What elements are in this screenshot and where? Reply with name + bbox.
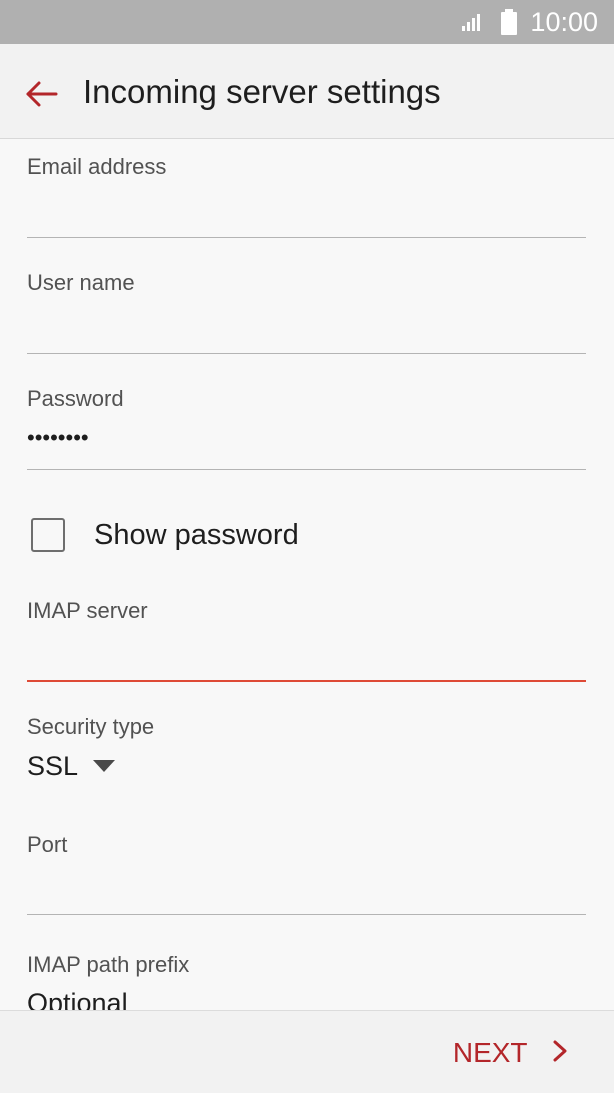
- settings-form: Email address User name Password •••••••…: [0, 139, 614, 1010]
- app-bar: Incoming server settings: [0, 44, 614, 139]
- email-field[interactable]: Email address: [27, 153, 586, 239]
- security-type-field: Security type SSL: [27, 713, 586, 803]
- username-label: User name: [27, 270, 135, 295]
- imap-server-underline: [27, 680, 586, 682]
- port-field[interactable]: Port: [27, 831, 586, 917]
- back-arrow-icon[interactable]: [22, 74, 62, 114]
- password-input[interactable]: ••••••••: [27, 425, 89, 451]
- password-label: Password: [27, 386, 124, 411]
- status-time: 10:00: [530, 7, 598, 37]
- bottom-bar: NEXT: [0, 1010, 614, 1093]
- show-password-label: Show password: [94, 519, 299, 551]
- password-underline: [27, 469, 586, 470]
- email-underline: [27, 237, 586, 238]
- chevron-right-icon: [552, 1039, 568, 1068]
- security-type-label: Security type: [27, 714, 155, 739]
- next-button[interactable]: NEXT: [453, 1035, 568, 1075]
- security-type-dropdown[interactable]: SSL: [27, 750, 115, 790]
- page-title: Incoming server settings: [83, 73, 441, 110]
- email-label: Email address: [27, 154, 167, 179]
- port-underline: [27, 914, 586, 915]
- next-label: NEXT: [452, 1037, 528, 1068]
- imap-path-prefix-field[interactable]: IMAP path prefix Optional: [27, 951, 586, 1010]
- imap-path-prefix-label: IMAP path prefix: [27, 952, 190, 977]
- battery-icon: [500, 9, 518, 40]
- show-password-checkbox[interactable]: Show password: [27, 509, 587, 561]
- signal-icon: [460, 12, 486, 37]
- username-underline: [27, 353, 586, 354]
- port-label: Port: [27, 832, 68, 857]
- password-field[interactable]: Password ••••••••: [27, 385, 586, 471]
- status-bar: 10:00: [0, 0, 614, 44]
- security-type-value: SSL: [27, 751, 79, 781]
- imap-server-field[interactable]: IMAP server: [27, 597, 586, 683]
- imap-server-label: IMAP server: [27, 598, 148, 623]
- username-field[interactable]: User name: [27, 269, 586, 355]
- dropdown-caret-icon: [92, 759, 115, 778]
- checkbox-box[interactable]: [31, 518, 65, 552]
- imap-path-prefix-input[interactable]: Optional: [27, 987, 128, 1010]
